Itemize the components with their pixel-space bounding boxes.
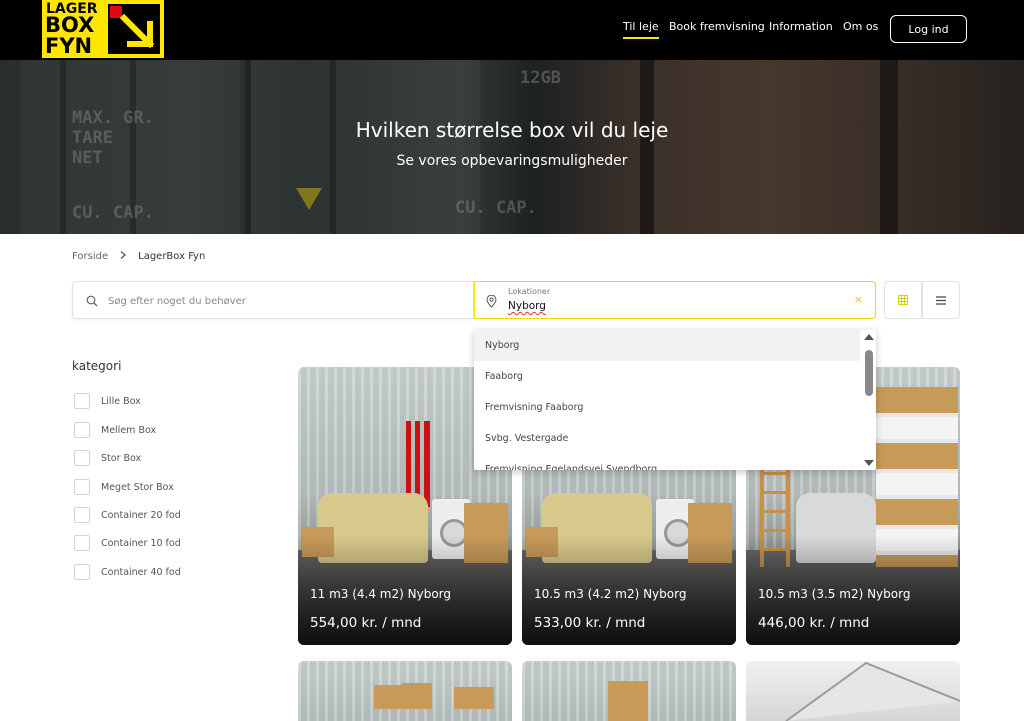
- card-image-box: [374, 685, 404, 709]
- card-title: 11 m3 (4.4 m2) Nyborg: [310, 587, 451, 601]
- card-title: 10.5 m3 (3.5 m2) Nyborg: [758, 587, 911, 601]
- category-checkbox[interactable]: [74, 535, 90, 551]
- location-select[interactable]: Lokationer Nyborg ×: [474, 281, 876, 319]
- hero-overlay: [0, 60, 1024, 234]
- category-label: Stor Box: [101, 452, 142, 464]
- category-checkbox[interactable]: [74, 564, 90, 580]
- dropdown-option-svbg-vestergade[interactable]: Svbg. Vestergade: [474, 423, 860, 454]
- search-box: [72, 281, 474, 319]
- category-checkbox[interactable]: [74, 507, 90, 523]
- card-price: 533,00 kr. / mnd: [534, 615, 646, 631]
- card-price: 554,00 kr. / mnd: [310, 615, 422, 631]
- search-input[interactable]: [106, 292, 446, 310]
- dropdown-option-nyborg[interactable]: Nyborg: [474, 330, 860, 361]
- hero-subtitle: Se vores opbevaringsmuligheder: [396, 153, 628, 169]
- category-label: Container 20 fod: [101, 509, 181, 521]
- logo-arrow-icon: [108, 4, 160, 54]
- category-checkbox[interactable]: [74, 422, 90, 438]
- grid-icon: [898, 295, 908, 305]
- dropdown-scrollbar[interactable]: [864, 332, 874, 468]
- location-pin-icon: [486, 295, 497, 308]
- site-header: LAGER BOX FYN Til leje Book fremvisning …: [0, 0, 1024, 60]
- location-value[interactable]: Nyborg: [508, 300, 546, 312]
- lagerbox-fyn-logo[interactable]: LAGER BOX FYN: [42, 0, 164, 58]
- category-label: Meget Stor Box: [101, 481, 174, 493]
- logo-line-2: BOX: [45, 13, 95, 37]
- dropdown-option-fremvisning-egelandsvej[interactable]: Fremvisning Egelandsvej Svendborg: [474, 454, 860, 470]
- card-image-box: [454, 687, 494, 709]
- category-meget-stor-box[interactable]: Meget Stor Box: [74, 478, 174, 496]
- grid-view-button[interactable]: [884, 281, 922, 319]
- location-label: Lokationer: [508, 287, 551, 296]
- category-checkbox[interactable]: [74, 393, 90, 409]
- hero-title: Hvilken størrelse box vil du leje: [355, 118, 669, 142]
- dropdown-option-fremvisning-faaborg[interactable]: Fremvisning Faaborg: [474, 392, 860, 423]
- list-icon: [936, 295, 946, 305]
- breadcrumb: Forside LagerBox Fyn: [72, 250, 205, 263]
- card-image-roof: [785, 661, 960, 721]
- nav-book-fremvisning[interactable]: Book fremvisning: [669, 20, 765, 33]
- scroll-up-arrow-icon[interactable]: [864, 334, 874, 340]
- category-container-40-fod[interactable]: Container 40 fod: [74, 563, 181, 581]
- hero-banner: MAX. GR. TARE NET 12GB CU. CAP. CU. CAP.: [0, 60, 1024, 234]
- breadcrumb-home-link[interactable]: Forside: [72, 251, 108, 262]
- card-image-box: [608, 681, 648, 721]
- card-title: 10.5 m3 (4.2 m2) Nyborg: [534, 587, 687, 601]
- scrollbar-thumb[interactable]: [865, 350, 873, 396]
- card-image-box: [402, 683, 432, 709]
- breadcrumb-current: LagerBox Fyn: [138, 251, 206, 262]
- login-button[interactable]: Log ind: [890, 15, 967, 43]
- search-icon: [86, 295, 98, 307]
- category-stor-box[interactable]: Stor Box: [74, 449, 141, 467]
- card-price: 446,00 kr. / mnd: [758, 615, 870, 631]
- nav-information[interactable]: Information: [769, 20, 833, 33]
- category-mellem-box[interactable]: Mellem Box: [74, 421, 156, 439]
- category-checkbox[interactable]: [74, 450, 90, 466]
- category-label: Lille Box: [101, 395, 141, 407]
- category-label: Container 40 fod: [101, 566, 181, 578]
- product-card-partial[interactable]: [522, 661, 736, 721]
- category-checkbox[interactable]: [74, 479, 90, 495]
- category-container-20-fod[interactable]: Container 20 fod: [74, 506, 181, 524]
- category-label: Container 10 fod: [101, 537, 181, 549]
- product-card-partial[interactable]: [298, 661, 512, 721]
- logo-line-3: FYN: [45, 34, 93, 58]
- category-lille-box[interactable]: Lille Box: [74, 392, 141, 410]
- category-title: kategori: [72, 359, 122, 373]
- chevron-right-icon: [118, 250, 128, 263]
- nav-til-leje[interactable]: Til leje: [623, 20, 659, 39]
- list-view-button[interactable]: [922, 281, 960, 319]
- clear-location-icon[interactable]: ×: [854, 293, 863, 306]
- category-label: Mellem Box: [101, 424, 157, 436]
- dropdown-option-faaborg[interactable]: Faaborg: [474, 361, 860, 392]
- category-container-10-fod[interactable]: Container 10 fod: [74, 534, 181, 552]
- location-dropdown: Nyborg Faaborg Fremvisning Faaborg Svbg.…: [474, 330, 876, 470]
- nav-om-os[interactable]: Om os: [843, 20, 878, 33]
- scroll-down-arrow-icon[interactable]: [864, 460, 874, 466]
- product-card-partial[interactable]: [746, 661, 960, 721]
